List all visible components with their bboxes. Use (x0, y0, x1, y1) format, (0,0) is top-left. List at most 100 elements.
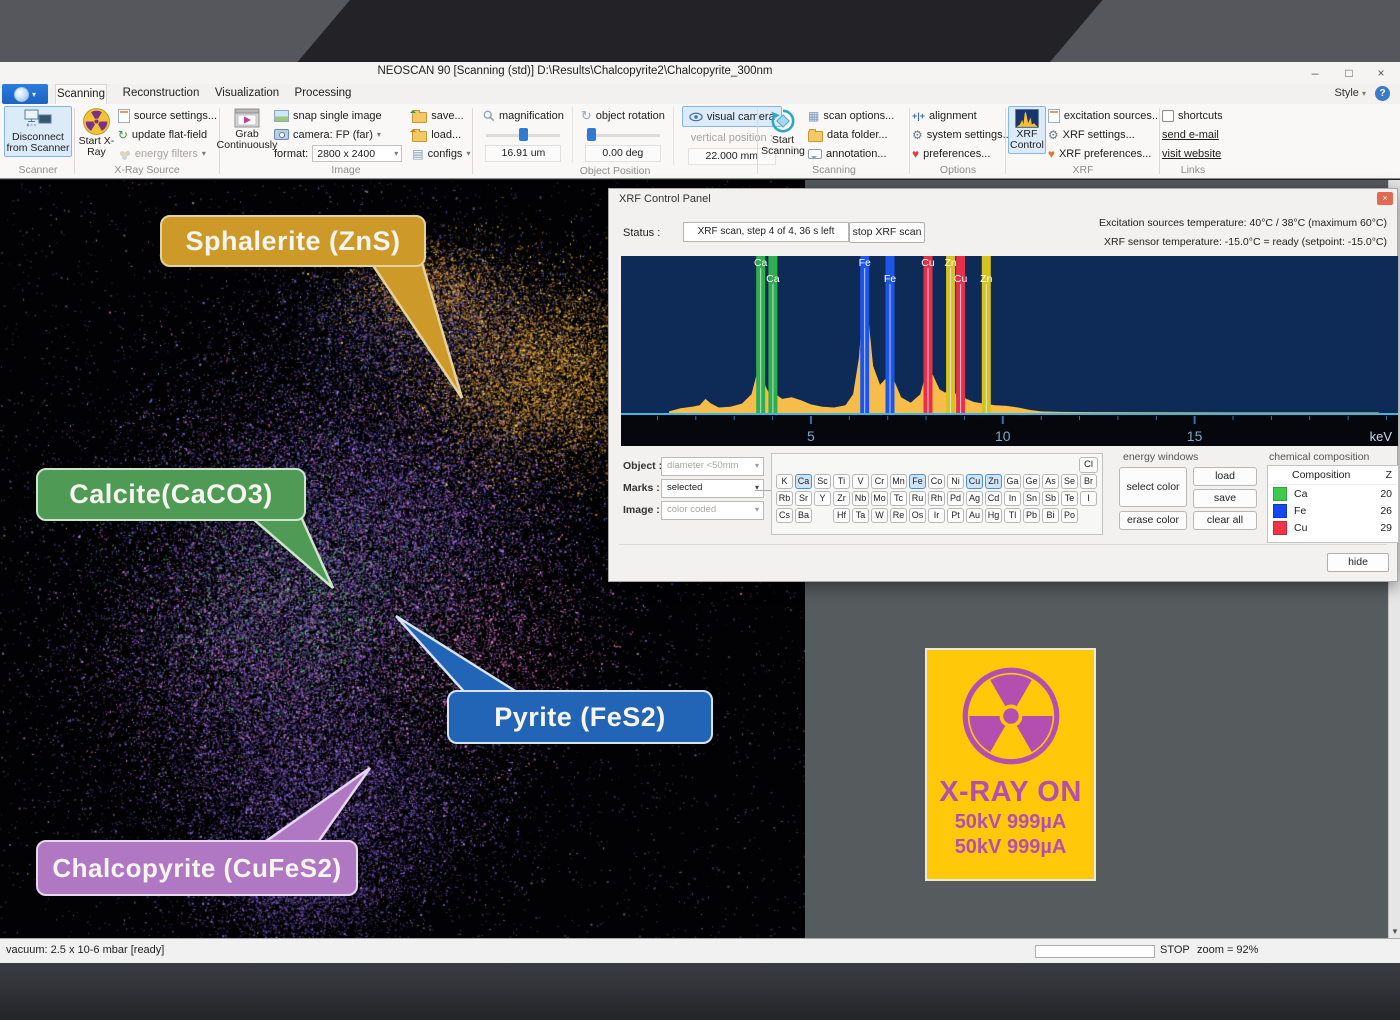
style-menu[interactable]: Style ▾ (1334, 87, 1366, 99)
element-zr[interactable]: Zr (833, 491, 850, 506)
element-sr[interactable]: Sr (795, 491, 812, 506)
load-button[interactable]: load (1193, 467, 1257, 486)
magnification-slider[interactable] (486, 128, 560, 142)
element-sn[interactable]: Sn (1023, 491, 1040, 506)
element-cd[interactable]: Cd (985, 491, 1002, 506)
element-re[interactable]: Re (890, 508, 907, 523)
source-settings-item[interactable]: source settings... (118, 106, 217, 125)
alignment-item[interactable]: +|+alignment (912, 106, 1012, 125)
element-mn[interactable]: Mn (890, 474, 907, 489)
element-ru[interactable]: Ru (909, 491, 926, 506)
data-folder-item[interactable]: data folder... (808, 125, 894, 144)
element-i[interactable]: I (1080, 491, 1097, 506)
element-ir[interactable]: Ir (928, 508, 945, 523)
element-ge[interactable]: Ge (1023, 474, 1040, 489)
element-cs[interactable]: Cs (776, 508, 793, 523)
rotation-slider[interactable] (586, 128, 660, 142)
system-settings-item[interactable]: ⚙system settings... (912, 125, 1012, 144)
shortcuts-item[interactable]: shortcuts (1162, 106, 1223, 125)
element-zn[interactable]: Zn (985, 474, 1002, 489)
element-mo[interactable]: Mo (871, 491, 888, 506)
select-color-button[interactable]: select color (1119, 467, 1187, 507)
tab-processing[interactable]: Processing (292, 84, 354, 103)
element-y[interactable]: Y (814, 491, 831, 506)
element-in[interactable]: In (1004, 491, 1021, 506)
element-sc[interactable]: Sc (814, 474, 831, 489)
update-flat-field-item[interactable]: ↻update flat-field (118, 125, 217, 144)
element-pb[interactable]: Pb (1023, 508, 1040, 523)
xrf-preferences-item[interactable]: ♥XRF preferences... (1048, 144, 1161, 163)
element-rh[interactable]: Rh (928, 491, 945, 506)
app-menu-button[interactable]: ▾ (2, 84, 48, 104)
preferences-item[interactable]: ♥preferences... (912, 144, 1012, 163)
element-ca[interactable]: Ca (795, 474, 812, 489)
composition-row-cu[interactable]: Cu29 (1268, 519, 1398, 536)
tab-visualization[interactable]: Visualization (212, 84, 282, 103)
scan-options-item[interactable]: ▦scan options... (808, 106, 894, 125)
marks-select[interactable]: selected▾ (661, 479, 764, 498)
element-cr[interactable]: Cr (871, 474, 888, 489)
tab-reconstruction[interactable]: Reconstruction (118, 84, 204, 103)
slider-thumb[interactable] (587, 128, 596, 141)
excitation-sources-item[interactable]: excitation sources... (1048, 106, 1161, 125)
hide-button[interactable]: hide (1327, 553, 1389, 572)
composition-row-fe[interactable]: Fe26 (1268, 502, 1398, 519)
camera-select-item[interactable]: camera: FP (far)▾ (274, 125, 402, 144)
close-button[interactable]: × (1364, 62, 1398, 84)
format-select[interactable]: 2800 x 2400▾ (312, 145, 402, 162)
minimize-button[interactable]: – (1298, 62, 1332, 84)
element-po[interactable]: Po (1061, 508, 1078, 523)
grab-continuously-button[interactable]: Grab Continuously (222, 106, 272, 153)
panel-close-button[interactable]: × (1377, 192, 1393, 205)
stop-xrf-scan-button[interactable]: stop XRF scan (849, 222, 925, 243)
start-xray-button[interactable]: Start X-Ray (77, 106, 116, 160)
element-k[interactable]: K (776, 474, 793, 489)
element-tc[interactable]: Tc (890, 491, 907, 506)
element-pd[interactable]: Pd (947, 491, 964, 506)
element-br[interactable]: Br (1080, 474, 1097, 489)
element-hg[interactable]: Hg (985, 508, 1002, 523)
erase-color-button[interactable]: erase color (1119, 511, 1187, 530)
element-te[interactable]: Te (1061, 491, 1078, 506)
composition-row-ca[interactable]: Ca20 (1268, 485, 1398, 502)
element-os[interactable]: Os (909, 508, 926, 523)
element-v[interactable]: V (852, 474, 869, 489)
send-email-link[interactable]: send e-mail (1162, 125, 1223, 144)
image-select[interactable]: color coded▾ (661, 501, 764, 520)
disconnect-from-scanner-button[interactable]: Disconnect from Scanner (4, 106, 72, 157)
tab-scanning[interactable]: Scanning (55, 84, 107, 104)
element-sb[interactable]: Sb (1042, 491, 1059, 506)
element-hf[interactable]: Hf (833, 508, 850, 523)
energy-filters-item[interactable]: energy filters▾ (118, 144, 217, 163)
element-ti[interactable]: Ti (833, 474, 850, 489)
load-item[interactable]: load... (412, 125, 470, 144)
annotation-item[interactable]: annotation... (808, 144, 894, 163)
element-nb[interactable]: Nb (852, 491, 869, 506)
element-w[interactable]: W (871, 508, 888, 523)
slider-thumb[interactable] (519, 128, 528, 141)
element-cu[interactable]: Cu (966, 474, 983, 489)
element-tl[interactable]: Tl (1004, 508, 1021, 523)
snap-single-image-item[interactable]: snap single image (274, 106, 402, 125)
xrf-settings-item[interactable]: ⚙XRF settings... (1048, 125, 1161, 144)
element-rb[interactable]: Rb (776, 491, 793, 506)
element-as[interactable]: As (1042, 474, 1059, 489)
element-fe[interactable]: Fe (909, 474, 926, 489)
object-select[interactable]: diameter <50mm▾ (661, 457, 764, 476)
stop-text[interactable]: STOP (1160, 944, 1190, 956)
element-bi[interactable]: Bi (1042, 508, 1059, 523)
element-ag[interactable]: Ag (966, 491, 983, 506)
element-ta[interactable]: Ta (852, 508, 869, 523)
element-ba[interactable]: Ba (795, 508, 812, 523)
xrf-control-button[interactable]: XRF Control (1008, 106, 1046, 154)
clear-all-button[interactable]: clear all (1193, 511, 1257, 530)
element-cl[interactable]: Cl (1079, 457, 1098, 473)
element-co[interactable]: Co (928, 474, 945, 489)
element-se[interactable]: Se (1061, 474, 1078, 489)
scroll-down-icon[interactable]: ▼ (1389, 925, 1400, 938)
help-icon[interactable]: ? (1375, 86, 1390, 101)
maximize-button[interactable]: □ (1332, 62, 1366, 84)
element-ga[interactable]: Ga (1004, 474, 1021, 489)
configs-item[interactable]: ▤configs▾ (412, 144, 470, 163)
save-button[interactable]: save (1193, 489, 1257, 508)
